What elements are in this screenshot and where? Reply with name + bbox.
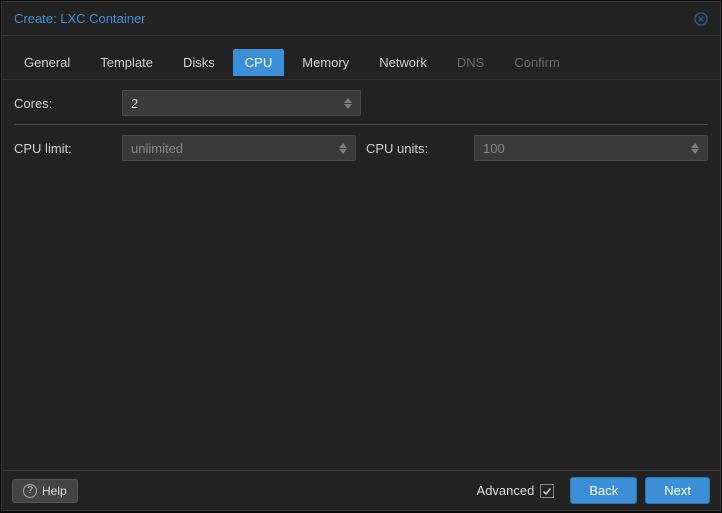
advanced-toggle[interactable]: Advanced	[477, 483, 555, 498]
next-button[interactable]: Next	[645, 477, 710, 504]
label-cores: Cores:	[14, 96, 122, 111]
input-cpulimit[interactable]: unlimited	[122, 135, 356, 161]
dialog-footer: ? Help Advanced Back Next	[2, 470, 720, 510]
input-cpuunits-value: 100	[483, 141, 505, 156]
input-cores-value: 2	[131, 96, 138, 111]
spinner-icon[interactable]	[337, 136, 349, 160]
tab-network[interactable]: Network	[367, 49, 439, 76]
tabbar: General Template Disks CPU Memory Networ…	[2, 36, 720, 80]
tab-cpu[interactable]: CPU	[233, 49, 284, 76]
tab-memory[interactable]: Memory	[290, 49, 361, 76]
row-cores: Cores: 2	[14, 90, 708, 116]
input-cpuunits[interactable]: 100	[474, 135, 708, 161]
form-panel: Cores: 2 CPU limit: unlimited	[2, 80, 720, 470]
help-button-label: Help	[42, 484, 67, 498]
spinner-icon[interactable]	[342, 91, 354, 115]
input-cores[interactable]: 2	[122, 90, 361, 116]
advanced-label: Advanced	[477, 483, 535, 498]
spinner-icon[interactable]	[689, 136, 701, 160]
titlebar: Create: LXC Container	[2, 2, 720, 36]
separator	[14, 124, 708, 125]
label-cpulimit: CPU limit:	[14, 141, 122, 156]
tab-dns: DNS	[445, 49, 496, 76]
tab-general[interactable]: General	[12, 49, 82, 76]
help-button[interactable]: ? Help	[12, 479, 78, 503]
label-cpuunits: CPU units:	[366, 141, 474, 156]
tab-confirm: Confirm	[502, 49, 572, 76]
tab-disks[interactable]: Disks	[171, 49, 227, 76]
help-icon: ?	[23, 484, 37, 498]
dialog-title: Create: LXC Container	[14, 11, 146, 26]
back-button[interactable]: Back	[570, 477, 637, 504]
create-lxc-dialog: Create: LXC Container General Template D…	[1, 1, 721, 511]
close-icon[interactable]	[692, 10, 710, 28]
row-advanced-cpu: CPU limit: unlimited CPU units: 100	[14, 135, 708, 161]
tab-template[interactable]: Template	[88, 49, 165, 76]
input-cpulimit-value: unlimited	[131, 141, 183, 156]
advanced-checkbox[interactable]	[540, 484, 554, 498]
